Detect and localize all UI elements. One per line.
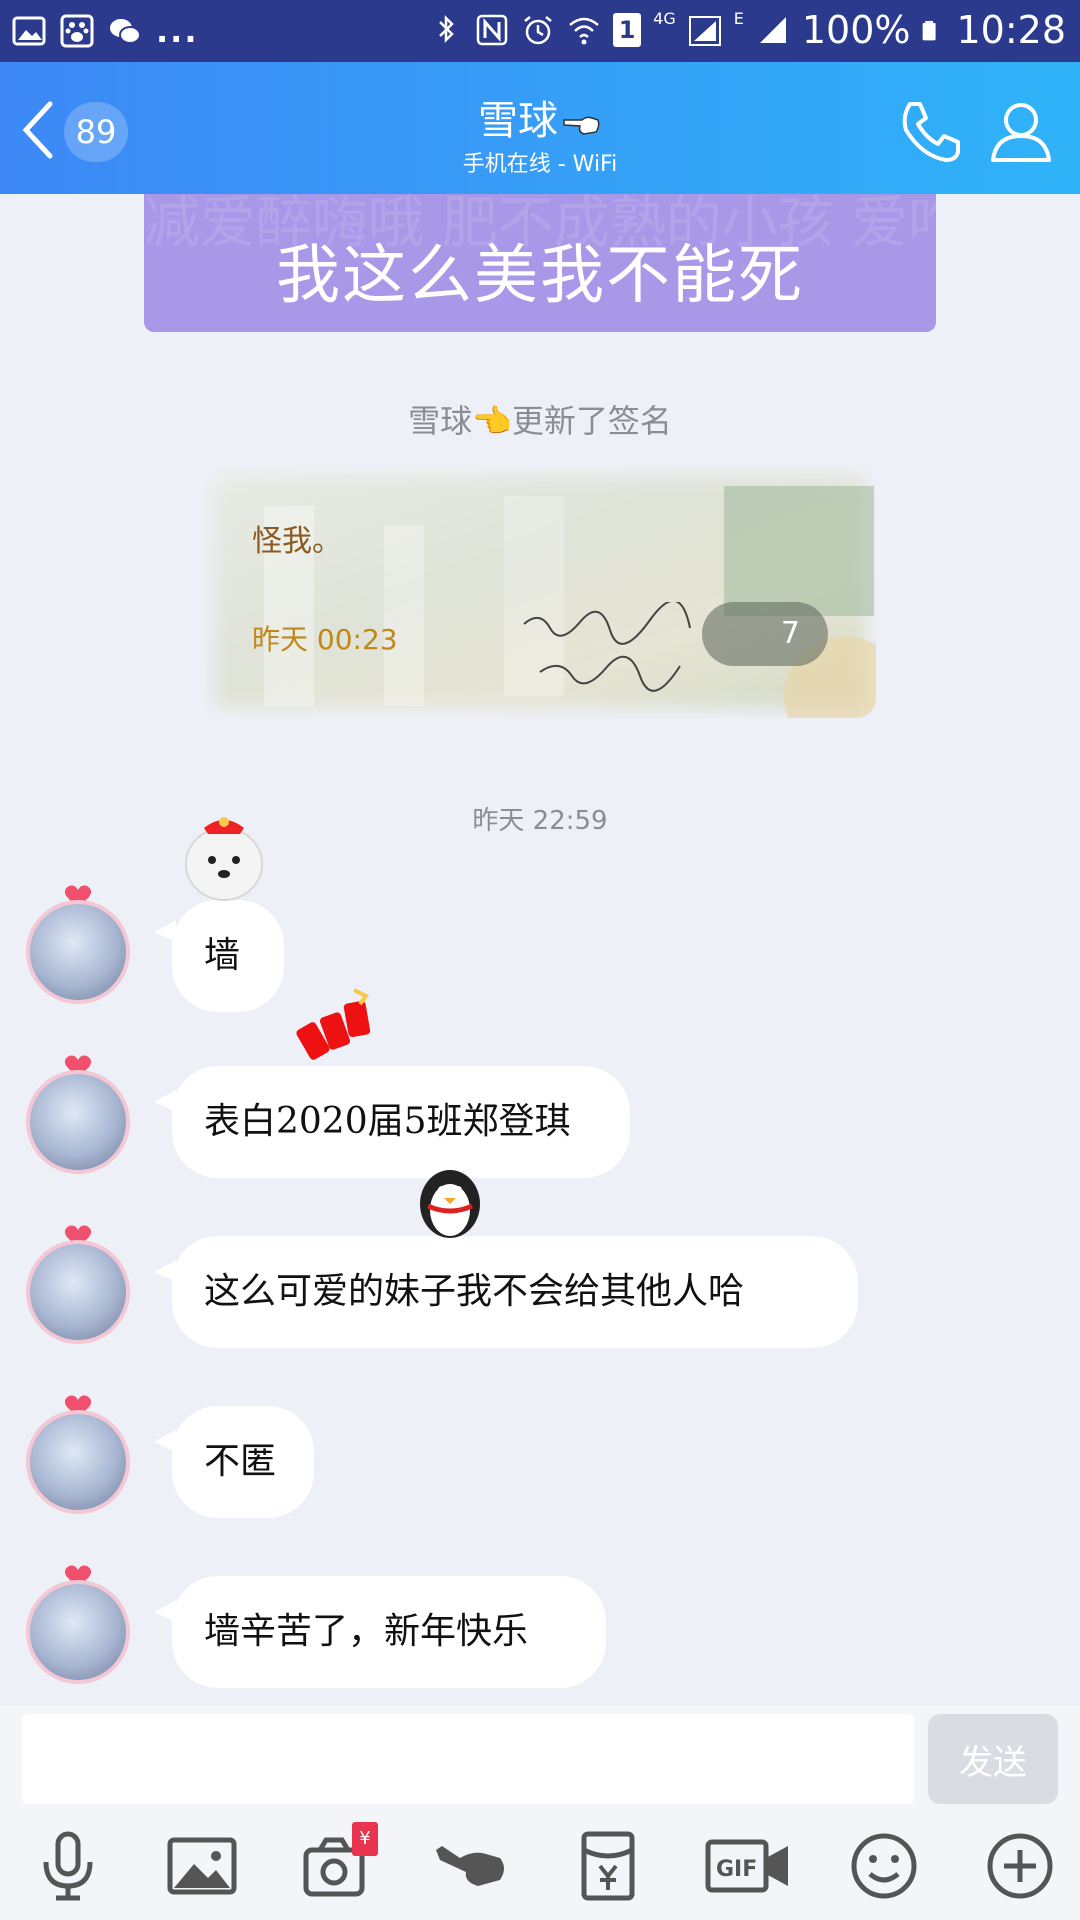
camera-button[interactable]: ¥ — [300, 1822, 378, 1904]
red-packet-button[interactable] — [570, 1828, 646, 1904]
message-row: 不匿 — [0, 1390, 1080, 1550]
message-input[interactable] — [22, 1714, 914, 1804]
send-button[interactable]: 发送 — [928, 1714, 1058, 1804]
avatar[interactable] — [26, 1410, 130, 1514]
signature-card[interactable]: 怪我。 昨天 00:23 7 — [204, 466, 876, 718]
network-e-label: E — [733, 8, 744, 28]
avatar[interactable] — [26, 900, 130, 1004]
handwriting-image — [523, 602, 691, 692]
signal-icon — [688, 16, 721, 46]
battery-icon — [923, 20, 937, 41]
image-button[interactable] — [164, 1828, 240, 1904]
input-area: 发送 ¥ GIF — [0, 1706, 1080, 1920]
avatar[interactable] — [26, 1580, 130, 1684]
more-notifications: ... — [156, 12, 199, 50]
avatar[interactable] — [26, 1070, 130, 1174]
contact-name-text: 雪球 — [478, 98, 558, 144]
message-row: 墙辛苦了，新年快乐 — [0, 1560, 1080, 1720]
gallery-icon — [12, 16, 46, 46]
phone-call-icon[interactable] — [896, 98, 964, 166]
penguin-sticker-icon — [420, 1170, 480, 1238]
smiley-icon — [851, 1833, 917, 1899]
red-packet-badge: ¥ — [352, 1822, 378, 1856]
message-timestamp: 昨天 22:59 — [472, 806, 608, 836]
signal-2-icon — [759, 17, 786, 43]
message-bubble[interactable]: 墙辛苦了，新年快乐 — [172, 1576, 606, 1688]
nfc-icon — [476, 14, 508, 46]
more-button[interactable] — [982, 1828, 1058, 1904]
image-icon — [167, 1837, 237, 1895]
message-bubble[interactable]: 表白2020届5班郑登琪 — [172, 1066, 630, 1178]
sim-badge: 1 — [613, 13, 642, 47]
system-notice: 雪球👈更新了签名 — [408, 402, 672, 440]
alarm-icon — [524, 16, 552, 45]
svg-text:GIF: GIF — [716, 1857, 757, 1882]
gif-video-icon: GIF — [705, 1839, 788, 1893]
gif-button[interactable]: GIF — [704, 1828, 794, 1904]
signature-banner[interactable]: 减爱醉嗨哦 肥不成熟的小孩 爱咋咋地肥燥燥燥起来 我这么美我不能死 — [144, 194, 936, 332]
bluetooth-icon — [439, 14, 454, 44]
clock: 10:28 — [956, 8, 1066, 52]
like-count-badge[interactable]: 7 — [702, 602, 828, 666]
message-row: 表白2020届5班郑登琪 — [0, 988, 1080, 1210]
poke-hand-icon — [436, 1846, 504, 1886]
input-toolbar: ¥ GIF — [0, 1822, 1080, 1912]
voice-button[interactable] — [30, 1828, 106, 1904]
pointing-hand-icon — [563, 116, 600, 135]
signature-text: 怪我。 — [252, 524, 342, 559]
wifi-icon — [569, 17, 599, 45]
status-bar: ... 1 4G E 100% 10:28 — [0, 0, 1080, 62]
avatar[interactable] — [26, 1240, 130, 1344]
battery-percent: 100% — [801, 8, 911, 52]
message-bubble[interactable]: 墙 — [172, 900, 284, 1012]
red-packet-icon — [581, 1831, 635, 1901]
emoji-button[interactable] — [846, 1828, 922, 1904]
message-bubble[interactable]: 不匿 — [172, 1406, 314, 1518]
message-bubble[interactable]: 这么可爱的妹子我不会给其他人哈 — [172, 1236, 858, 1348]
firecracker-sticker-icon — [296, 988, 371, 1060]
poke-button[interactable] — [434, 1828, 510, 1904]
profile-icon[interactable] — [988, 98, 1054, 164]
plus-circle-icon — [987, 1833, 1053, 1899]
message-row: 墙 — [0, 817, 1080, 1040]
chat-header: 89 雪球 手机在线 - WiFi — [0, 62, 1080, 194]
network-4g-label: 4G — [653, 8, 676, 28]
polar-bear-sticker-icon — [185, 817, 263, 901]
wechat-icon — [110, 19, 141, 44]
banner-text: 我这么美我不能死 — [276, 239, 804, 313]
baidu-paw-icon — [60, 14, 94, 48]
message-row: 这么可爱的妹子我不会给其他人哈 — [0, 1170, 1080, 1380]
signature-time: 昨天 00:23 — [252, 623, 398, 656]
microphone-icon — [43, 1831, 93, 1901]
